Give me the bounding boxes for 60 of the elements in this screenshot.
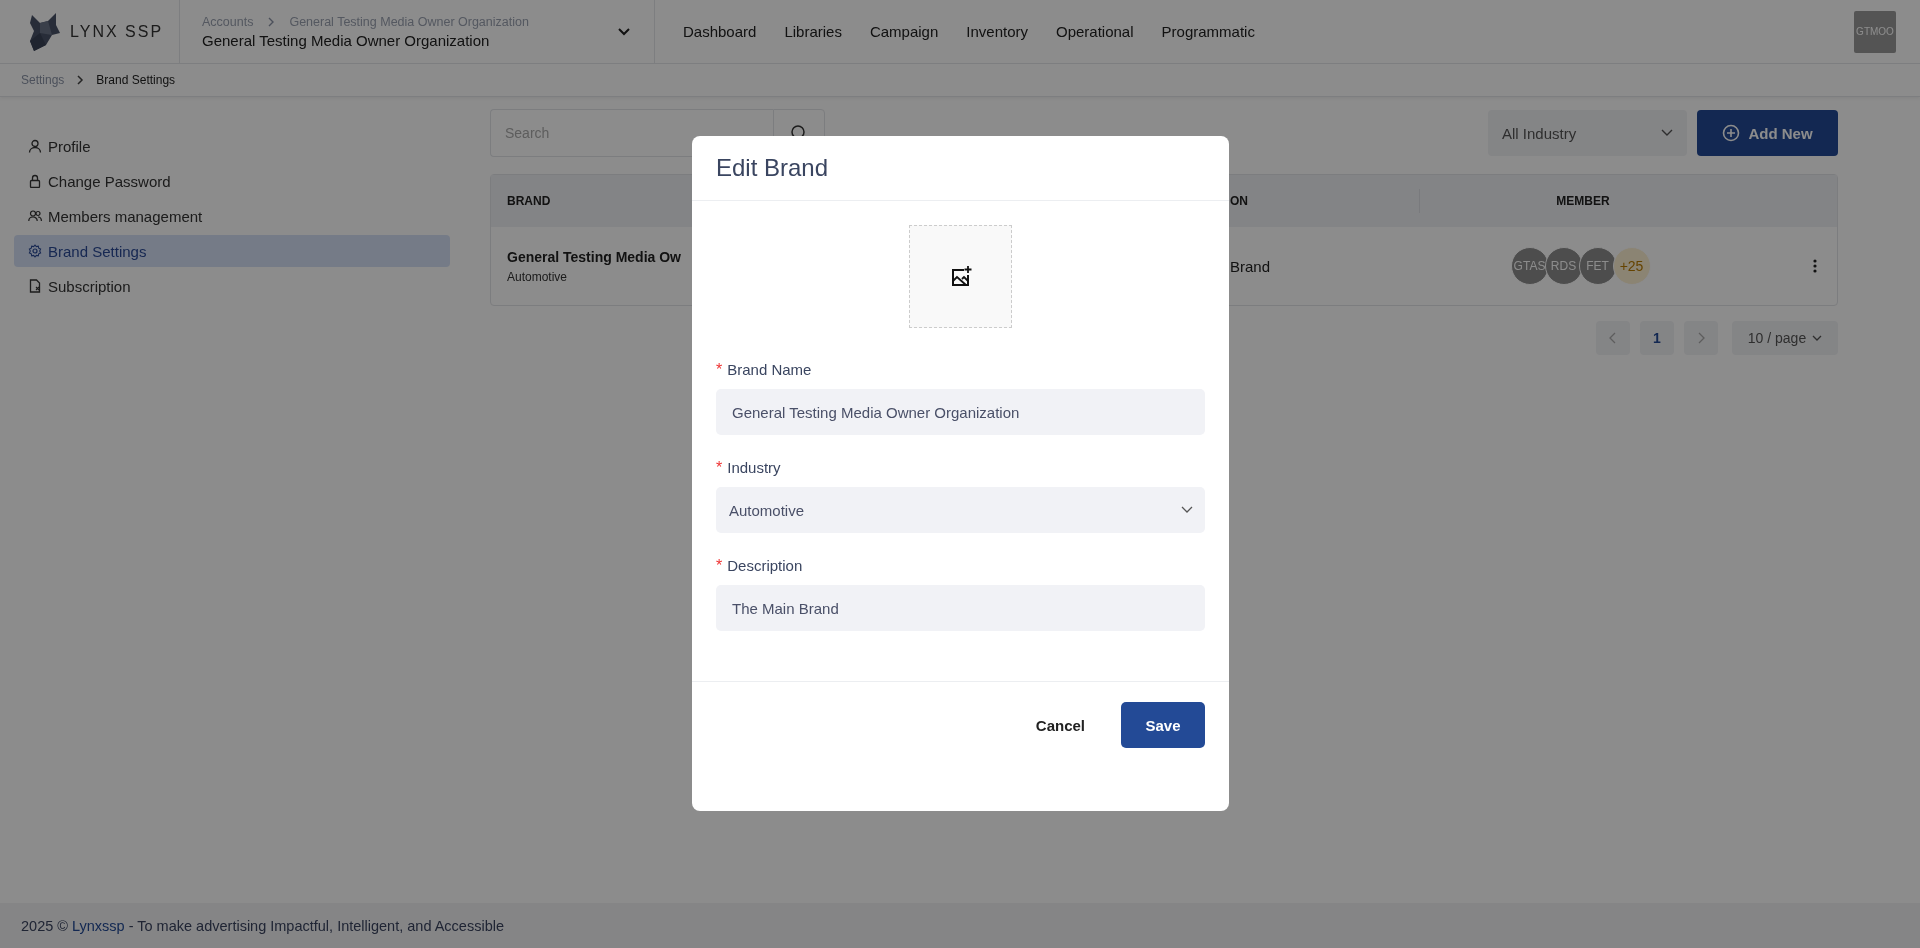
nav-link[interactable]: Dashboard [683, 23, 757, 40]
user-icon [28, 139, 42, 153]
nav-link[interactable]: Programmatic [1161, 23, 1255, 40]
industry-cell-text: Automotive [507, 269, 569, 284]
save-button[interactable]: Save [1121, 702, 1205, 748]
sidebar-item[interactable]: Subscription [14, 270, 450, 302]
column-header: ON [1230, 193, 1249, 210]
chevron-down-icon [1661, 129, 1673, 137]
field-label: Brand Name [727, 361, 812, 379]
cancel-button[interactable]: Cancel [1023, 702, 1097, 748]
dialog-title: Edit Brand [716, 154, 829, 182]
account-name: General Testing Media Owner Organization [202, 31, 491, 49]
industry-select[interactable]: Automotive [716, 487, 1205, 533]
page-size-dropdown[interactable]: 10 / page [1732, 321, 1838, 355]
document-icon [28, 279, 42, 293]
previous-page-button[interactable] [1596, 321, 1630, 355]
brand-name-cell-text: General Testing Media Ow [507, 248, 682, 265]
nav-link[interactable]: Campaign [869, 23, 939, 40]
column-header: BRAND [506, 193, 552, 210]
sidebar-item[interactable]: Members management [14, 200, 450, 232]
footer-text: 2025 © Lynxssp - To make advertising Impactful, Intelligent, and Accessible [21, 917, 504, 934]
required-mark: * [716, 557, 723, 575]
required-mark: * [716, 361, 723, 379]
column-header: MEMBER [1419, 189, 1746, 213]
breadcrumb-link[interactable]: Brand Settings [96, 73, 176, 87]
description-cell-text: Brand [1230, 257, 1272, 275]
chevron-down-icon [1181, 506, 1193, 514]
chevron-left-icon [1609, 332, 1617, 344]
required-mark: * [716, 459, 723, 477]
sidebar-item[interactable]: Change Password [14, 165, 450, 197]
image-upload-area[interactable] [909, 225, 1012, 328]
nav-link[interactable]: Libraries [784, 23, 842, 40]
lock-icon [28, 174, 42, 188]
nav-link[interactable]: Operational [1056, 23, 1134, 40]
brand-name: LYNX SSP [70, 22, 164, 41]
chevron-down-icon [1812, 334, 1823, 342]
plus-circle-icon [1722, 124, 1741, 142]
industry-dropdown[interactable]: All Industry [1488, 110, 1687, 156]
input-field[interactable]: General Testing Media Owner Organization [716, 389, 1205, 435]
page-button[interactable]: 1 [1640, 321, 1674, 355]
more-members-badge: +25 [1612, 247, 1651, 285]
nav-link[interactable]: Inventory [966, 23, 1028, 40]
sidebar-item[interactable]: Profile [14, 130, 450, 162]
member-avatar: GTAS [1510, 247, 1549, 285]
field-label: Industry [727, 459, 781, 477]
chevron-down-icon [618, 27, 630, 36]
chevron-right-icon [1697, 332, 1705, 344]
users-icon [28, 209, 42, 223]
add-new-button[interactable]: Add New [1697, 110, 1838, 156]
member-avatar: FET [1578, 247, 1617, 285]
sidebar-item[interactable]: Brand Settings [14, 235, 450, 267]
member-avatar: RDS [1544, 247, 1583, 285]
gear-icon [28, 244, 42, 258]
more-icon[interactable] [1813, 259, 1817, 273]
footer-link[interactable]: Lynxssp [72, 917, 125, 934]
chevron-right-icon [76, 75, 85, 85]
next-page-button[interactable] [1684, 321, 1718, 355]
field-label: Description [727, 557, 803, 575]
input-field[interactable]: The Main Brand [716, 585, 1205, 631]
chevron-right-icon [267, 16, 276, 27]
